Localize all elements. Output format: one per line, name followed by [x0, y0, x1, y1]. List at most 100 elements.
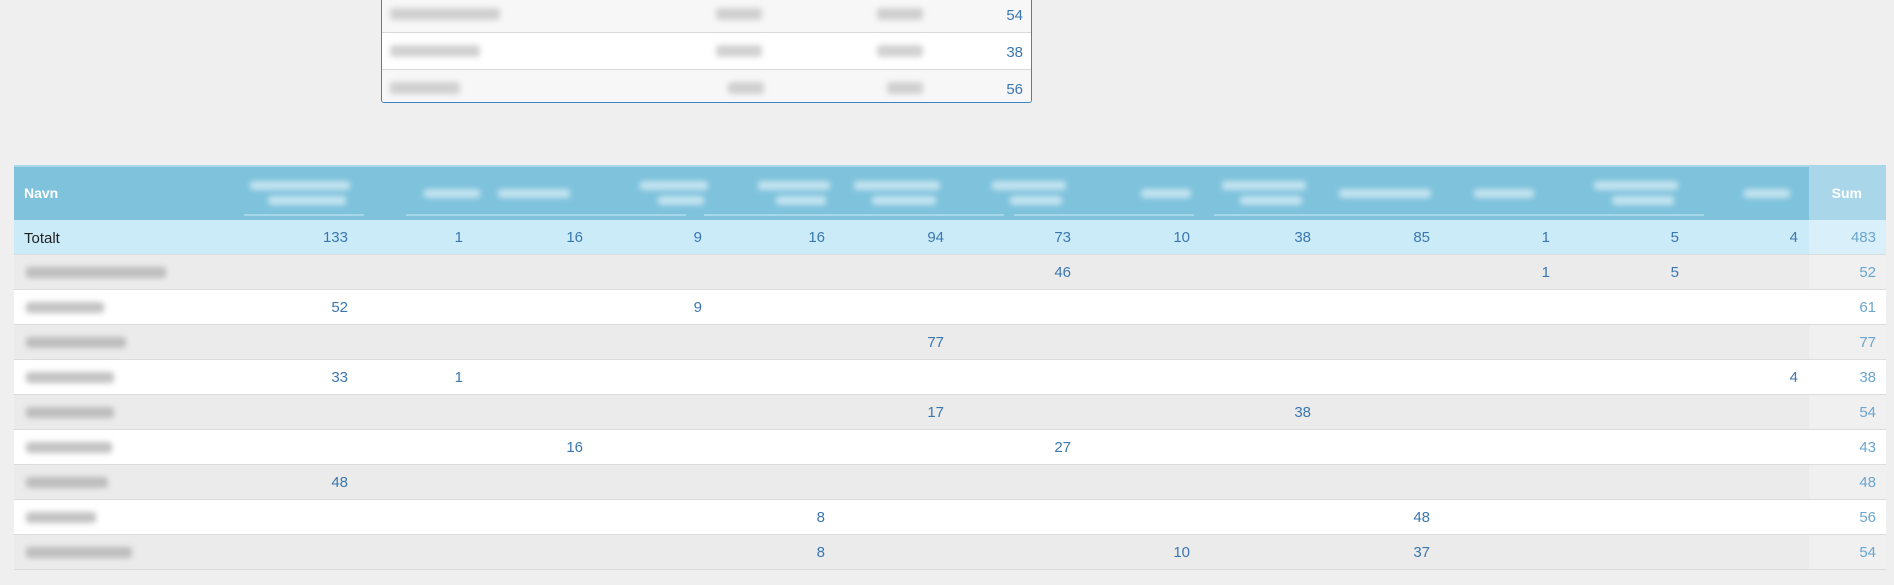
value-cell[interactable]: 8 — [765, 509, 825, 526]
table-row[interactable]: 16 27 43 — [14, 430, 1886, 465]
blurred-person-name[interactable] — [26, 372, 114, 383]
value-cell[interactable]: 1 — [1490, 264, 1550, 281]
blurred-name — [390, 8, 500, 20]
value-cell[interactable]: 94 — [884, 229, 944, 246]
value-cell[interactable]: 48 — [1370, 509, 1430, 526]
blurred-name — [390, 82, 460, 94]
table-row[interactable]: 33 1 4 38 — [14, 360, 1886, 395]
table-row[interactable]: 46 1 5 52 — [14, 255, 1886, 290]
value-cell[interactable]: 73 — [1011, 229, 1071, 246]
blurred-value — [877, 8, 923, 20]
column-header-blurred[interactable] — [854, 181, 940, 190]
row-sum[interactable]: 54 — [1006, 7, 1023, 24]
blurred-person-name[interactable] — [26, 302, 104, 313]
value-cell[interactable]: 38 — [1251, 404, 1311, 421]
top-summary-table: 54 38 56 — [381, 0, 1032, 103]
column-header-blurred[interactable] — [250, 181, 350, 190]
column-header-blurred[interactable] — [1141, 189, 1191, 198]
value-cell[interactable]: 85 — [1370, 229, 1430, 246]
sum-cell[interactable]: 43 — [1859, 439, 1876, 456]
value-cell[interactable]: 10 — [1130, 544, 1190, 561]
value-cell[interactable]: 37 — [1370, 544, 1430, 561]
blurred-person-name[interactable] — [26, 337, 126, 348]
value-cell[interactable]: 8 — [765, 544, 825, 561]
table-header: Navn Sum — [14, 165, 1886, 220]
value-cell[interactable]: 1 — [1490, 229, 1550, 246]
sum-cell[interactable]: 54 — [1859, 404, 1876, 421]
blurred-value — [877, 45, 923, 57]
column-header-blurred — [1240, 196, 1302, 205]
table-row[interactable]: 56 — [382, 70, 1031, 102]
sum-cell[interactable]: 48 — [1859, 474, 1876, 491]
value-cell[interactable]: 9 — [642, 229, 702, 246]
column-header-blurred[interactable] — [640, 181, 708, 190]
value-cell[interactable]: 1 — [403, 229, 463, 246]
blurred-person-name[interactable] — [26, 267, 166, 278]
value-cell[interactable]: 38 — [1251, 229, 1311, 246]
value-cell[interactable]: 27 — [1011, 439, 1071, 456]
column-header-blurred[interactable] — [1594, 181, 1678, 190]
value-cell[interactable]: 17 — [884, 404, 944, 421]
column-header-blurred[interactable] — [758, 181, 830, 190]
sum-cell[interactable]: 77 — [1859, 334, 1876, 351]
column-header-blurred[interactable] — [424, 189, 480, 198]
blurred-person-name[interactable] — [26, 512, 96, 523]
sum-cell[interactable]: 52 — [1859, 264, 1876, 281]
value-cell[interactable]: 52 — [288, 299, 348, 316]
table-row[interactable]: 17 38 54 — [14, 395, 1886, 430]
value-cell[interactable]: 46 — [1011, 264, 1071, 281]
value-cell[interactable]: 16 — [523, 439, 583, 456]
total-row[interactable]: Totalt 133 1 16 9 16 94 73 10 38 85 1 5 4 483 — [14, 220, 1886, 255]
value-cell[interactable]: 16 — [523, 229, 583, 246]
value-cell[interactable]: 1 — [403, 369, 463, 386]
value-cell[interactable]: 4 — [1738, 229, 1798, 246]
sum-cell[interactable]: 56 — [1859, 509, 1876, 526]
header-divider — [704, 214, 1004, 216]
sum-cell[interactable]: 38 — [1859, 369, 1876, 386]
value-cell[interactable]: 33 — [288, 369, 348, 386]
header-divider — [1014, 214, 1194, 216]
blurred-person-name[interactable] — [26, 442, 112, 453]
column-header-sum[interactable]: Sum — [1832, 185, 1862, 201]
sum-cell[interactable]: 54 — [1859, 544, 1876, 561]
sum-cell[interactable]: 61 — [1859, 299, 1876, 316]
blurred-value — [887, 82, 923, 94]
column-header-blurred[interactable] — [1744, 189, 1790, 198]
sum-cell[interactable]: 483 — [1851, 229, 1876, 246]
blurred-person-name[interactable] — [26, 547, 132, 558]
value-cell[interactable]: 10 — [1130, 229, 1190, 246]
blurred-value — [728, 82, 764, 94]
column-header-blurred — [1010, 196, 1062, 205]
row-sum[interactable]: 38 — [1006, 44, 1023, 61]
value-cell[interactable]: 48 — [288, 474, 348, 491]
value-cell[interactable]: 4 — [1738, 369, 1798, 386]
value-cell[interactable]: 5 — [1619, 229, 1679, 246]
table-row[interactable]: 8 10 37 54 — [14, 535, 1886, 570]
value-cell[interactable]: 9 — [642, 299, 702, 316]
column-header-name[interactable]: Navn — [24, 185, 58, 201]
column-header-blurred[interactable] — [1474, 189, 1534, 198]
blurred-value — [716, 45, 762, 57]
blurred-value — [716, 8, 762, 20]
column-header-blurred[interactable] — [498, 189, 570, 198]
column-header-blurred — [268, 196, 346, 205]
table-row[interactable]: 52 9 61 — [14, 290, 1886, 325]
table-row[interactable]: 38 — [382, 33, 1031, 70]
blurred-person-name[interactable] — [26, 477, 108, 488]
table-row[interactable]: 77 77 — [14, 325, 1886, 360]
row-sum[interactable]: 56 — [1006, 81, 1023, 98]
value-cell[interactable]: 77 — [884, 334, 944, 351]
blurred-name — [390, 45, 480, 57]
column-header-blurred[interactable] — [1339, 189, 1431, 198]
header-divider — [1214, 214, 1704, 216]
table-row[interactable]: 8 48 56 — [14, 500, 1886, 535]
column-header-blurred — [776, 196, 826, 205]
column-header-blurred[interactable] — [992, 181, 1066, 190]
value-cell[interactable]: 133 — [288, 229, 348, 246]
value-cell[interactable]: 5 — [1619, 264, 1679, 281]
value-cell[interactable]: 16 — [765, 229, 825, 246]
column-header-blurred[interactable] — [1222, 181, 1306, 190]
blurred-person-name[interactable] — [26, 407, 114, 418]
table-row[interactable]: 54 — [382, 0, 1031, 33]
table-row[interactable]: 48 48 — [14, 465, 1886, 500]
